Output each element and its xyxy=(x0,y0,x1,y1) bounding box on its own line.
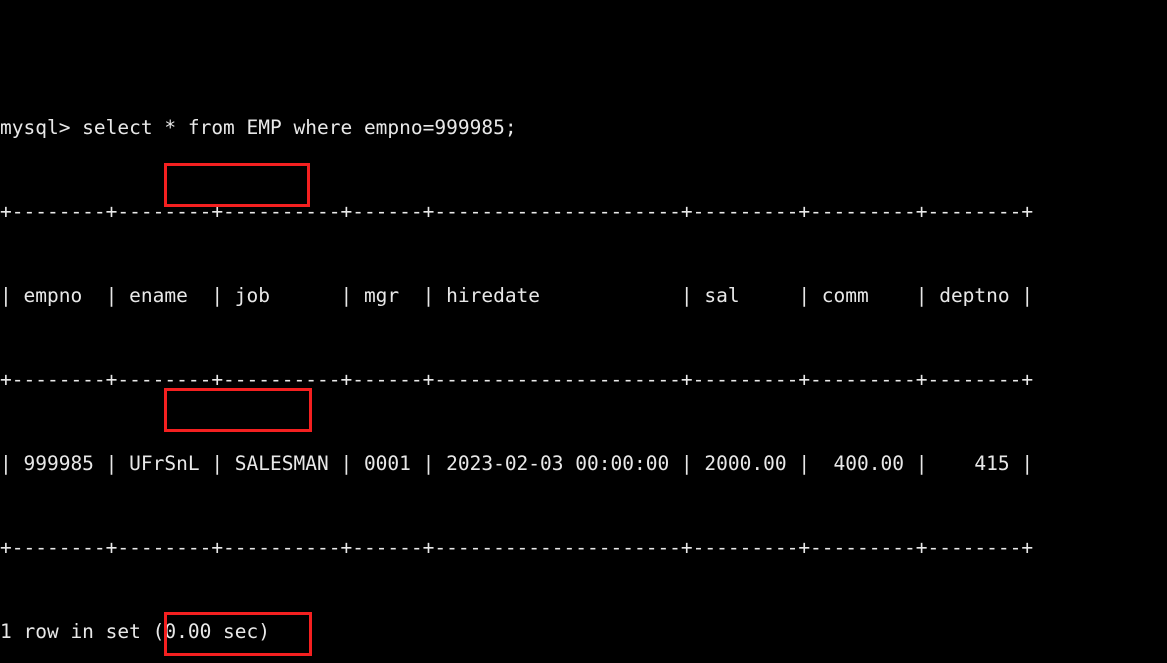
mysql-terminal-window[interactable]: mysql> select * from EMP where empno=999… xyxy=(0,0,1167,663)
table-data-row: | 999985 | UFrSnL | SALESMAN | 0001 | 20… xyxy=(0,452,1034,475)
result-status-line: 1 row in set (0.00 sec) xyxy=(0,620,271,643)
query-prompt-line: mysql> select * from EMP where empno=999… xyxy=(0,116,517,139)
table-header-row: | empno | ename | job | mgr | hiredate |… xyxy=(0,284,1034,307)
table-separator-bottom: +--------+--------+----------+------+---… xyxy=(0,536,1034,559)
terminal-screen: mysql> select * from EMP where empno=999… xyxy=(0,2,1167,663)
table-separator-mid: +--------+--------+----------+------+---… xyxy=(0,368,1034,391)
table-separator-top: +--------+--------+----------+------+---… xyxy=(0,200,1034,223)
